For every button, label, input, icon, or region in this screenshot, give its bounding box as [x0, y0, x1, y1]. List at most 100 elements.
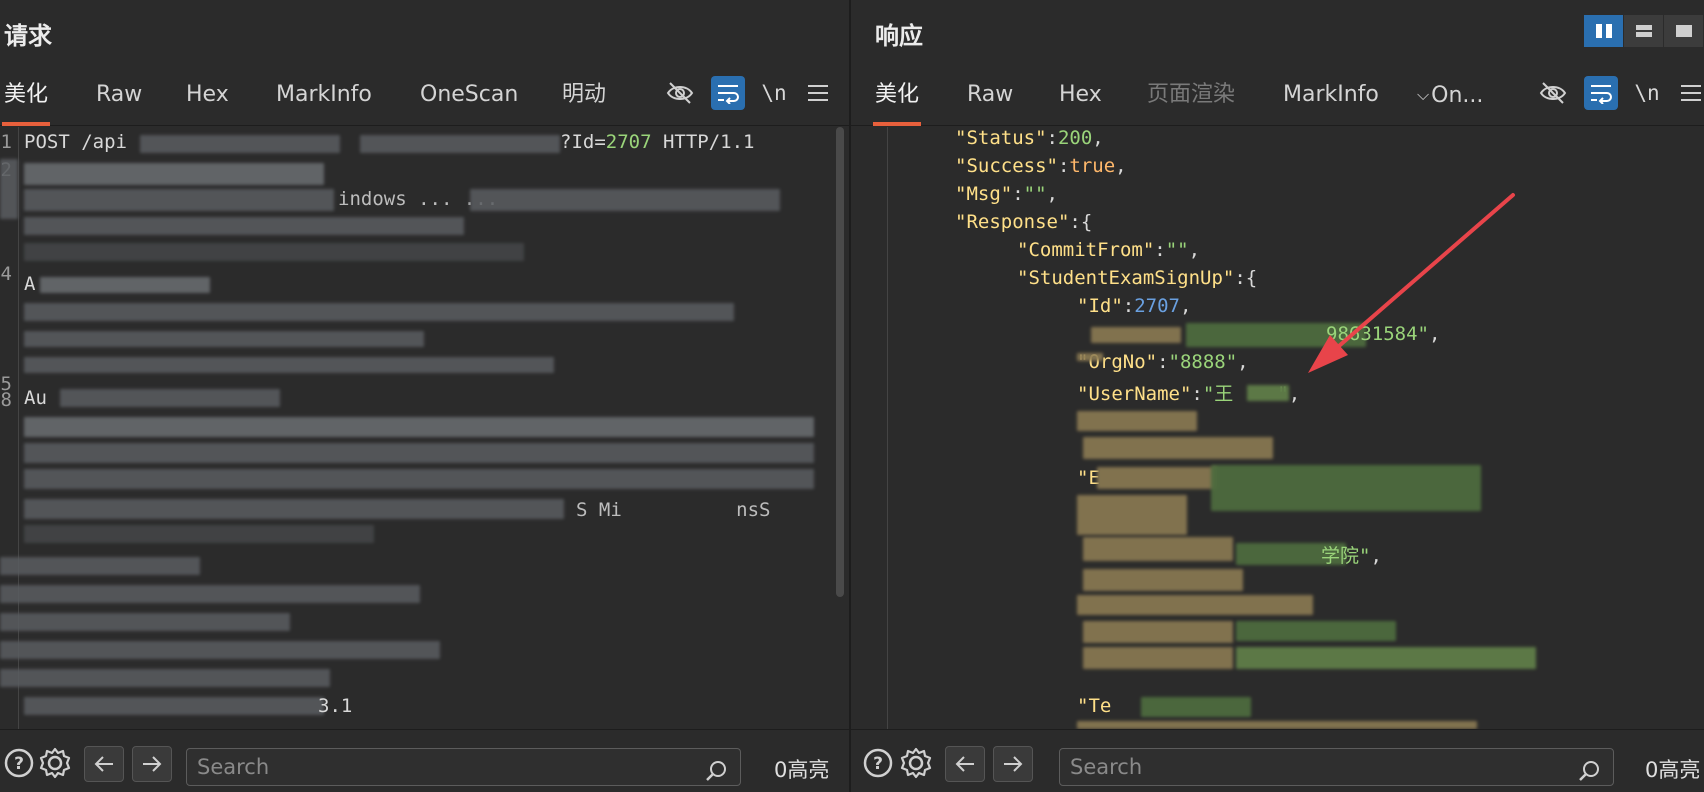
help-icon[interactable]: ? — [0, 744, 38, 782]
json-line: 学院", — [1321, 545, 1382, 567]
redacted-block — [0, 557, 200, 575]
redacted-block — [1091, 327, 1181, 343]
redacted-block — [1097, 467, 1217, 489]
request-pane: 请求 美化 Raw Hex MarkInfo OneScan 明动 \n 1 2… — [0, 0, 849, 792]
request-query: ?Id=2707 HTTP/1.1 — [560, 131, 755, 153]
request-search-input[interactable]: Search — [186, 748, 741, 786]
redacted-fragment: 3.1 — [318, 695, 353, 717]
redacted-block — [0, 641, 440, 659]
gear-icon[interactable] — [36, 744, 74, 782]
redacted-block — [24, 499, 564, 519]
layout-stacked-icon[interactable] — [1624, 15, 1664, 47]
redacted-block — [1083, 621, 1233, 643]
response-pane: 响应 美化 Raw Hex 页面渲染 MarkInfo ⌵On... \n "S… — [851, 0, 1704, 792]
next-match-button[interactable] — [993, 746, 1033, 782]
next-match-button[interactable] — [132, 746, 172, 782]
layout-single-icon[interactable] — [1664, 15, 1704, 47]
redacted-block — [1077, 411, 1197, 431]
response-tab-markinfo[interactable]: MarkInfo — [1281, 82, 1381, 126]
svg-text:?: ? — [14, 754, 24, 774]
redacted-block — [0, 613, 290, 631]
prev-match-button[interactable] — [84, 746, 124, 782]
response-tab-raw[interactable]: Raw — [965, 82, 1015, 126]
request-title: 请求 — [4, 22, 52, 50]
json-line: "Response":{ — [955, 211, 1093, 233]
json-line: "Id":2707, — [1077, 295, 1192, 317]
gutter-border — [887, 127, 888, 729]
json-line: "Te — [1077, 695, 1112, 717]
request-scrollbar[interactable] — [836, 127, 844, 597]
redacted-block — [24, 443, 814, 463]
redacted-block — [1211, 465, 1481, 511]
redacted-block — [1077, 353, 1103, 361]
redacted-block — [24, 189, 334, 211]
response-tab-pretty[interactable]: 美化 — [873, 82, 922, 126]
json-line: "CommitFrom":"", — [1017, 239, 1201, 261]
response-search-input[interactable]: Search — [1059, 748, 1614, 786]
redacted-block — [1077, 721, 1477, 729]
redacted-fragment: S Mi nsS — [576, 499, 771, 521]
layout-split-icon[interactable] — [1584, 15, 1624, 47]
response-tab-onescan[interactable]: ⌵On... — [1415, 82, 1485, 126]
menu-icon[interactable] — [801, 76, 835, 110]
response-editor[interactable]: "Status":200, "Success":true, "Msg":"", … — [851, 127, 1704, 729]
line-number: 1 — [0, 131, 12, 153]
red-arrow-annotation — [1308, 193, 1515, 373]
redacted-block — [0, 669, 330, 687]
redacted-block — [140, 135, 340, 153]
response-tab-hex[interactable]: Hex — [1057, 82, 1104, 126]
redacted-block — [24, 303, 734, 321]
wrap-lines-icon[interactable] — [1584, 76, 1618, 110]
json-line: "Status":200, — [955, 127, 1104, 149]
highlight-count: 0高亮 — [774, 758, 830, 782]
redacted-block — [60, 389, 280, 407]
json-line: "Msg":"", — [955, 183, 1058, 205]
redacted-block — [1141, 697, 1251, 717]
redacted-block — [1083, 569, 1243, 591]
chevron-down-icon: ⌵ — [1417, 85, 1430, 104]
request-tab-mingdong[interactable]: 明动 — [560, 82, 608, 126]
redacted-block — [470, 189, 780, 211]
hide-eye-icon[interactable] — [663, 76, 697, 110]
wrap-lines-icon[interactable] — [711, 76, 745, 110]
redacted-block — [24, 417, 814, 437]
request-bottom-bar: ? Search 0高亮 — [0, 729, 849, 792]
redacted-block — [1236, 621, 1396, 641]
newline-toggle[interactable]: \n — [1630, 76, 1664, 110]
redacted-block — [1077, 595, 1313, 615]
redacted-block — [24, 525, 374, 543]
redacted-fragment: Au — [24, 387, 47, 409]
redacted-block — [24, 697, 324, 715]
redacted-block — [24, 217, 464, 235]
json-line: "Success":true, — [955, 155, 1127, 177]
help-icon[interactable]: ? — [859, 744, 897, 782]
redacted-fragment: A — [24, 273, 36, 295]
response-tab-render[interactable]: 页面渲染 — [1145, 82, 1237, 126]
redacted-block — [1083, 537, 1233, 561]
request-line: POST /api — [24, 131, 127, 153]
request-tab-onescan[interactable]: OneScan — [418, 82, 520, 126]
request-editor[interactable]: 1 2 5 4 8 POST /api ?Id=2707 HTTP/1.1 in… — [0, 127, 849, 729]
hide-eye-icon[interactable] — [1536, 76, 1570, 110]
gear-icon[interactable] — [897, 744, 935, 782]
prev-match-button[interactable] — [945, 746, 985, 782]
request-tab-hex[interactable]: Hex — [184, 82, 231, 126]
menu-icon[interactable] — [1674, 76, 1704, 110]
svg-text:?: ? — [873, 754, 883, 774]
request-tab-markinfo[interactable]: MarkInfo — [274, 82, 374, 126]
response-tabs: 美化 Raw Hex 页面渲染 MarkInfo ⌵On... — [851, 70, 1704, 126]
json-line: "StudentExamSignUp":{ — [1017, 267, 1258, 289]
redacted-block — [24, 243, 524, 261]
redacted-block — [1083, 437, 1273, 459]
redacted-block — [1083, 647, 1233, 669]
request-tab-raw[interactable]: Raw — [94, 82, 144, 126]
redacted-block — [1247, 385, 1289, 401]
line-number: 4 — [0, 263, 12, 285]
request-tab-pretty[interactable]: 美化 — [2, 82, 51, 126]
redacted-block — [24, 357, 554, 373]
newline-toggle[interactable]: \n — [757, 76, 791, 110]
redacted-block — [0, 159, 18, 219]
response-title: 响应 — [875, 22, 923, 50]
search-icon — [1579, 757, 1601, 792]
layout-switcher — [1584, 15, 1704, 47]
